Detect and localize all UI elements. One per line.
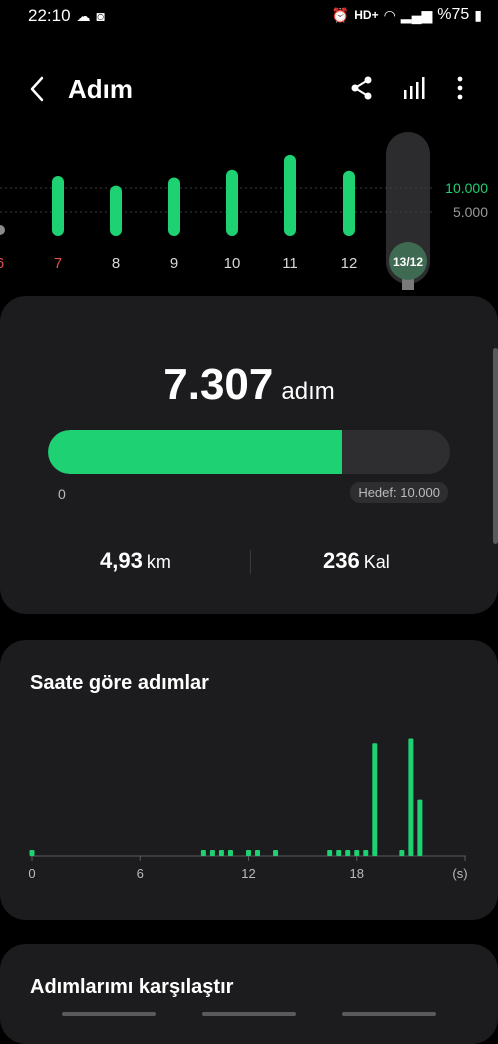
hourly-title: Saate göre adımlar xyxy=(30,672,209,694)
progress-min-label: 0 xyxy=(58,486,66,502)
back-icon xyxy=(30,76,44,102)
hourly-bar xyxy=(372,743,378,856)
hourly-bar xyxy=(255,850,261,856)
signal-icon: ▂▄▆ xyxy=(400,7,433,23)
back-button[interactable] xyxy=(26,74,52,104)
compare-title: Adımlarımı karşılaştır xyxy=(30,976,234,998)
bar-chart-icon xyxy=(404,77,425,99)
week-bar xyxy=(0,225,5,235)
week-day-label: 6 xyxy=(0,255,4,272)
calories-stat: 236 Kal xyxy=(323,548,390,574)
steps-unit: adım xyxy=(281,378,335,405)
hourly-tick-label: 6 xyxy=(137,866,144,881)
cloud-icon: ☁ xyxy=(76,8,91,24)
hourly-unit-label: (s) xyxy=(452,866,467,881)
distance-value: 4,93 xyxy=(100,548,143,573)
hourly-tick-label: 0 xyxy=(28,866,35,881)
week-day-label: 12 xyxy=(341,255,358,272)
week-day-label: 10 xyxy=(224,255,241,272)
battery-level: %75 xyxy=(437,6,470,23)
goal-ref-label: 10.000 xyxy=(445,180,488,196)
nav-back[interactable] xyxy=(342,1012,436,1016)
hourly-steps-chart: 0 6 12 18 (s) xyxy=(28,738,468,881)
hourly-bar xyxy=(336,850,342,856)
week-day-label: 8 xyxy=(112,255,120,272)
scrollbar[interactable] xyxy=(493,348,498,544)
hourly-bar xyxy=(209,850,215,856)
week-day-label: 11 xyxy=(282,255,298,272)
share-button[interactable] xyxy=(348,74,376,102)
week-bar xyxy=(168,177,180,236)
weekly-steps-chart[interactable]: 10.000 5.000 6 7 8 9 10 11 12 13/12 xyxy=(0,130,498,290)
week-bar xyxy=(284,154,296,236)
hourly-tick-label: 18 xyxy=(350,866,364,881)
hourly-bar xyxy=(345,850,351,856)
hourly-bar xyxy=(200,850,206,856)
more-icon xyxy=(457,76,463,100)
hourly-bar xyxy=(273,850,279,856)
week-day-label: 13/12 xyxy=(393,255,423,269)
calories-unit: Kal xyxy=(363,552,390,572)
screenshot-icon: ◙ xyxy=(96,8,106,24)
hourly-tick-label: 12 xyxy=(241,866,255,881)
hourly-bar xyxy=(408,738,414,856)
hourly-bar xyxy=(363,850,369,856)
distance-stat: 4,93 km xyxy=(100,548,171,574)
hourly-bar xyxy=(399,850,405,856)
distance-unit: km xyxy=(146,552,171,572)
share-icon xyxy=(351,76,372,100)
week-bar xyxy=(52,176,64,236)
hourly-bar xyxy=(29,850,35,856)
week-bar xyxy=(226,169,238,236)
hourly-bar xyxy=(417,799,423,856)
nav-home[interactable] xyxy=(202,1012,296,1016)
status-time: 22:10 xyxy=(28,6,71,25)
more-options-button[interactable] xyxy=(446,74,474,102)
wifi-icon: ◠ xyxy=(383,7,396,23)
stat-divider xyxy=(250,550,251,574)
chart-view-button[interactable] xyxy=(400,74,428,102)
calories-value: 236 xyxy=(323,548,360,573)
week-day-label: 7 xyxy=(54,255,62,272)
week-bar xyxy=(343,170,355,236)
steps-progress-bar xyxy=(48,430,450,474)
hourly-bar xyxy=(327,850,333,856)
network-type: HD+ xyxy=(354,8,379,22)
steps-total: 7.307 adım xyxy=(0,360,498,410)
alarm-icon: ⏰ xyxy=(331,7,350,23)
nav-recents[interactable] xyxy=(62,1012,156,1016)
hourly-bar xyxy=(246,850,251,856)
steps-count: 7.307 xyxy=(163,360,274,409)
goal-label: Hedef: 10.000 xyxy=(350,482,448,503)
week-bar xyxy=(110,185,122,236)
status-bar-left: 22:10 ☁ ◙ xyxy=(28,6,105,26)
steps-progress-fill xyxy=(48,430,342,474)
week-day-label: 9 xyxy=(170,255,178,272)
goal-ref-label: 5.000 xyxy=(453,204,488,220)
hourly-bar xyxy=(227,850,233,856)
page-title: Adım xyxy=(68,74,133,104)
battery-icon: ▮ xyxy=(474,7,482,23)
hourly-bar xyxy=(218,850,224,856)
hourly-bar xyxy=(354,850,360,856)
status-bar-right: ⏰ HD+ ◠ ▂▄▆ %75 ▮ xyxy=(332,6,482,24)
